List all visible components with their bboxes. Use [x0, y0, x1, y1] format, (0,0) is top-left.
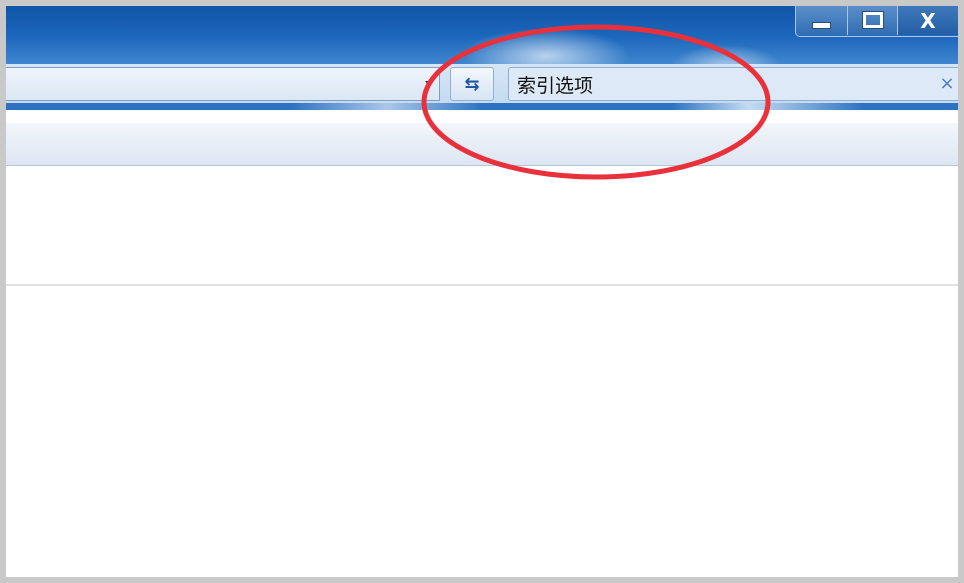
close-icon: X — [920, 8, 936, 33]
search-box[interactable]: × — [508, 67, 958, 101]
maximize-icon — [862, 11, 883, 28]
title-bar: X — [6, 6, 958, 64]
search-input[interactable] — [517, 70, 917, 98]
address-bar: ⇆ × — [6, 64, 958, 108]
close-icon: × — [939, 73, 955, 94]
maximize-button[interactable] — [848, 6, 898, 35]
minimize-icon — [812, 22, 831, 29]
explorer-window: X ⇆ × — [6, 6, 958, 577]
refresh-button[interactable]: ⇆ — [450, 67, 494, 101]
command-toolbar — [6, 122, 958, 166]
glass-strip — [6, 103, 958, 110]
address-field[interactable] — [6, 67, 440, 101]
clear-search-button[interactable]: × — [938, 73, 956, 95]
minimize-button[interactable] — [796, 6, 848, 35]
chevron-down-icon[interactable] — [425, 81, 433, 86]
refresh-icon: ⇆ — [464, 73, 480, 95]
caption-buttons: X — [795, 6, 958, 37]
content-pane — [6, 166, 958, 577]
close-button[interactable]: X — [898, 6, 958, 35]
divider — [6, 284, 958, 286]
